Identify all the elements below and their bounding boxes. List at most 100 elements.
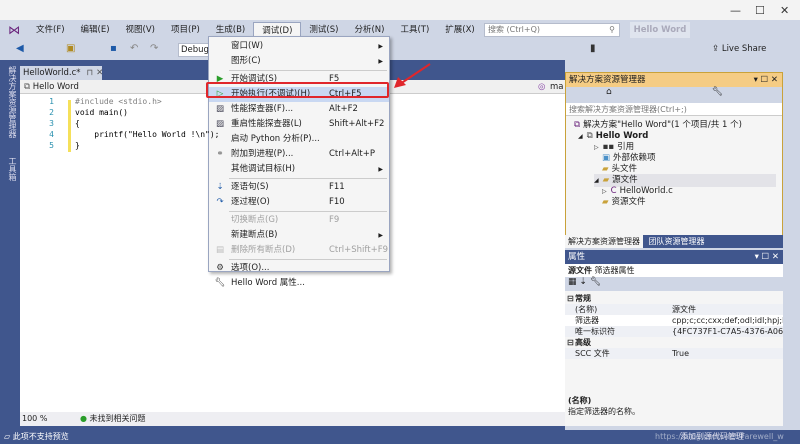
tab-team-explorer[interactable]: 团队资源管理器 — [646, 237, 708, 246]
back-icon[interactable]: ◀ — [16, 43, 24, 54]
tab-helloworld-c[interactable]: HelloWorld.c* ⊓ ✕ — [20, 66, 103, 80]
app-title: Hello Word — [630, 22, 690, 38]
category-name: 高级 — [575, 338, 591, 347]
wrench-icon[interactable]: 🔧︎ — [590, 277, 601, 287]
code-line: } — [75, 141, 80, 150]
step-into-icon: ⇣ — [216, 182, 224, 192]
debug-menu-item[interactable]: ⚙ 选项(O)... — [209, 261, 389, 276]
tree-node-icon: ▣ — [602, 153, 611, 163]
properties-panel: 属性 ▾ ☐ ✕ 源文件 筛选器属性 ▦ ⇣ 🔧︎ ⊟ 常规 (名称) 源文件 筛选器 cp… — [565, 250, 783, 426]
property-name: (名称) — [575, 305, 598, 314]
right-scroll-strip — [783, 60, 800, 430]
highlight-annotation — [206, 82, 389, 98]
minimize-button[interactable]: — — [730, 4, 741, 17]
menu-8[interactable]: 工具(T) — [392, 22, 437, 38]
object-selector[interactable]: 源文件 筛选器属性 — [565, 264, 783, 277]
member-dropdown[interactable]: ma — [550, 80, 564, 94]
save-all-icon[interactable]: ▪ — [110, 43, 117, 54]
tree-item-label: 头文件 — [611, 164, 638, 174]
menu-item-shortcut: Ctrl+Shift+F9 — [329, 245, 388, 255]
menu-item-label: 逐语句(S) — [231, 182, 269, 192]
debug-menu-item[interactable]: ▨ 性能探查器(F)... Alt+F2 — [209, 102, 389, 117]
debug-menu-item[interactable]: 其他调试目标(H) ▶ — [209, 162, 389, 177]
close-tab-icon[interactable]: ✕ — [96, 68, 103, 78]
tree-item[interactable]: ▰ 资源文件 — [602, 196, 646, 209]
new-project-icon[interactable]: ▣ — [66, 43, 75, 54]
side-tab-solution-explorer[interactable]: 解决方案资源管理器 — [8, 60, 17, 138]
property-row[interactable]: (名称) 源文件 — [565, 304, 783, 315]
debug-menu-item[interactable]: 新建断点(B) ▶ — [209, 228, 389, 243]
function-icon: ◎ — [538, 82, 546, 92]
watermark: https://blog.csdn.net/Farewell_w — [655, 432, 784, 441]
tree-node-icon: ▰ — [602, 175, 610, 185]
line-number: 5 — [49, 141, 54, 150]
editor-status: 100 % ● 未找到相关问题 — [20, 412, 565, 426]
issues-status[interactable]: 未找到相关问题 — [90, 414, 146, 423]
preview-icon: ▱ — [4, 432, 11, 441]
undo-icon[interactable]: ↶ — [130, 43, 138, 54]
menu-separator — [229, 178, 387, 179]
menu-item-label: 选项(O)... — [231, 263, 270, 273]
expander-icon[interactable]: ◢ — [578, 133, 583, 140]
pin-icon[interactable]: ⊓ — [87, 68, 94, 78]
collapse-icon[interactable]: ⊟ — [567, 337, 574, 348]
debug-menu-item[interactable]: 启动 Python 分析(P)... — [209, 132, 389, 147]
search-input[interactable]: 搜索 (Ctrl+Q) ⚲ — [484, 23, 620, 37]
debug-menu-item[interactable]: ⚭ 附加到进程(P)... Ctrl+Alt+P — [209, 147, 389, 162]
debug-menu-item[interactable]: 切换断点(G) F9 — [209, 213, 389, 228]
property-row[interactable]: 筛选器 cpp;c;cc;cxx;def;odl;idl;hpj;bat;asm — [565, 315, 783, 326]
property-value: True — [672, 349, 689, 358]
menu-separator — [229, 70, 387, 71]
maximize-button[interactable]: ☐ — [755, 4, 765, 17]
tree-item-label: 外部依赖项 — [613, 153, 656, 163]
debug-menu-item[interactable]: ▨ 重启性能探查器(L) Shift+Alt+F2 — [209, 117, 389, 132]
menu-9[interactable]: 扩展(X) — [437, 22, 482, 38]
live-share-button[interactable]: ⇪ Live Share — [712, 44, 766, 54]
panel-controls[interactable]: ▾ ☐ ✕ — [754, 73, 778, 87]
close-button[interactable]: ✕ — [780, 4, 789, 17]
debug-menu-item[interactable]: ⇣ 逐语句(S) F11 — [209, 180, 389, 195]
zoom-select[interactable]: 100 % — [22, 414, 47, 423]
property-row[interactable]: 唯一标识符 {4FC737F1-C7A5-4376-A066-2 — [565, 326, 783, 337]
bookmark-icon[interactable]: ▮ — [590, 43, 596, 54]
categorized-icon[interactable]: ▦ — [568, 277, 577, 287]
scope-dropdown[interactable]: Hello Word — [33, 82, 79, 92]
tab-solution-explorer[interactable]: 解决方案资源管理器 — [565, 235, 643, 248]
code-line: printf("Hello World !\n"); — [75, 130, 220, 139]
expander-icon[interactable]: ▷ — [602, 188, 607, 195]
description-text: 指定筛选器的名称。 — [568, 407, 640, 416]
menu-item-shortcut: F11 — [329, 182, 345, 192]
menu-item-label: 图形(C) — [231, 56, 261, 66]
search-placeholder: 搜索 (Ctrl+Q) — [488, 25, 541, 34]
debug-menu-item[interactable]: 窗口(W) ▶ — [209, 39, 389, 54]
debug-menu-item[interactable]: 🔧︎ Hello Word 属性... — [209, 276, 389, 291]
alphabetical-icon[interactable]: ⇣ — [579, 277, 587, 287]
property-category[interactable]: ⊟ 高级 — [565, 337, 783, 348]
redo-icon[interactable]: ↷ — [150, 43, 158, 54]
property-value: {4FC737F1-C7A5-4376-A066-2 — [672, 327, 783, 336]
expander-icon[interactable]: ◢ — [594, 177, 599, 184]
menu-item-shortcut: F10 — [329, 197, 345, 207]
debug-menu-item[interactable]: 图形(C) ▶ — [209, 54, 389, 69]
home-icon[interactable]: ⌂ — [606, 87, 612, 97]
debug-menu-item[interactable]: ▤ 删除所有断点(D) Ctrl+Shift+F9 — [209, 243, 389, 258]
search-placeholder: 搜索解决方案资源管理器(Ctrl+;) — [569, 105, 687, 114]
menu-0[interactable]: 文件(F) — [28, 22, 73, 38]
wrench-icon[interactable]: 🔧︎ — [712, 87, 723, 97]
debug-menu-item[interactable]: ↷ 逐过程(O) F10 — [209, 195, 389, 210]
solution-search-input[interactable]: 搜索解决方案资源管理器(Ctrl+;) — [566, 103, 782, 116]
menu-3[interactable]: 项目(P) — [163, 22, 208, 38]
menu-1[interactable]: 编辑(E) — [73, 22, 118, 38]
collapse-icon[interactable]: ⊟ — [567, 293, 574, 304]
property-row[interactable]: SCC 文件 True — [565, 348, 783, 359]
panel-title: 解决方案资源管理器 — [569, 75, 646, 85]
side-tab-toolbox[interactable]: 工具箱 — [8, 141, 17, 181]
panel-controls[interactable]: ▾ ☐ ✕ — [755, 250, 779, 264]
property-category[interactable]: ⊟ 常规 — [565, 293, 783, 304]
menu-2[interactable]: 视图(V) — [118, 22, 163, 38]
code-line: #include <stdio.h> — [75, 97, 162, 106]
expander-icon[interactable]: ▷ — [594, 144, 599, 151]
solution-explorer-panel: 解决方案资源管理器 ▾ ☐ ✕ ⌂ 🔧︎ 搜索解决方案资源管理器(Ctrl+;) ⧉… — [565, 72, 783, 248]
object-name: 源文件 — [568, 266, 592, 275]
description-title: (名称) — [568, 396, 592, 405]
